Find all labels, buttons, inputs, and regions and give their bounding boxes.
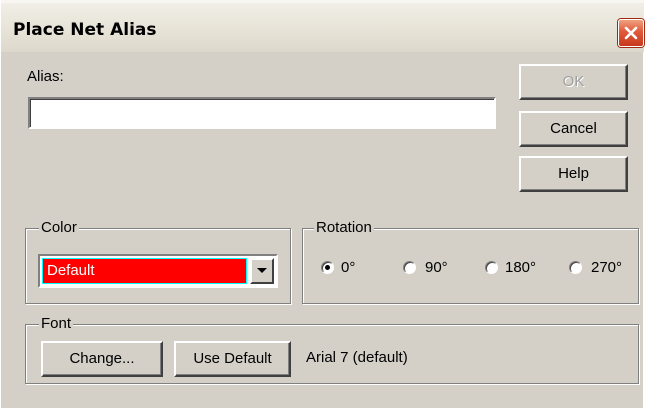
chevron-down-icon: [257, 268, 267, 273]
place-net-alias-dialog: Place Net Alias Alias: OK Cancel Help Co…: [0, 0, 644, 408]
change-font-button[interactable]: Change...: [41, 341, 163, 377]
title-bar[interactable]: Place Net Alias: [1, 0, 644, 52]
close-x-icon: [624, 26, 638, 40]
color-group-label: Color: [39, 219, 79, 236]
close-button[interactable]: [618, 19, 644, 47]
rotation-label-0: 0°: [341, 259, 356, 276]
rotation-label-270: 270°: [591, 259, 623, 276]
rotation-group-label: Rotation: [314, 219, 374, 236]
ok-button-label: OK: [562, 73, 585, 90]
help-button[interactable]: Help: [519, 156, 628, 192]
cancel-button-label: Cancel: [550, 120, 597, 137]
cancel-button[interactable]: Cancel: [519, 111, 628, 147]
alias-label: Alias:: [27, 68, 64, 85]
current-font-label: Arial 7 (default): [306, 349, 408, 366]
color-selected-value: Default: [47, 262, 95, 279]
rotation-label-90: 90°: [425, 259, 448, 276]
rotation-radio-270[interactable]: [569, 261, 582, 274]
color-select[interactable]: Default: [38, 254, 278, 288]
dialog-title: Place Net Alias: [13, 20, 157, 40]
rotation-label-180: 180°: [505, 259, 537, 276]
change-font-button-label: Change...: [69, 350, 135, 367]
help-button-label: Help: [558, 165, 589, 182]
rotation-radio-180[interactable]: [485, 261, 498, 274]
ok-button[interactable]: OK: [519, 64, 628, 100]
alias-input[interactable]: [28, 97, 496, 129]
color-dropdown-button[interactable]: [250, 258, 274, 284]
use-default-font-button[interactable]: Use Default: [174, 341, 291, 377]
rotation-radio-90[interactable]: [403, 261, 416, 274]
rotation-radio-0[interactable]: [321, 261, 334, 274]
color-swatch: Default: [42, 258, 247, 284]
use-default-button-label: Use Default: [193, 350, 272, 367]
radio-selected-dot: [325, 265, 330, 270]
font-group-label: Font: [39, 315, 74, 332]
